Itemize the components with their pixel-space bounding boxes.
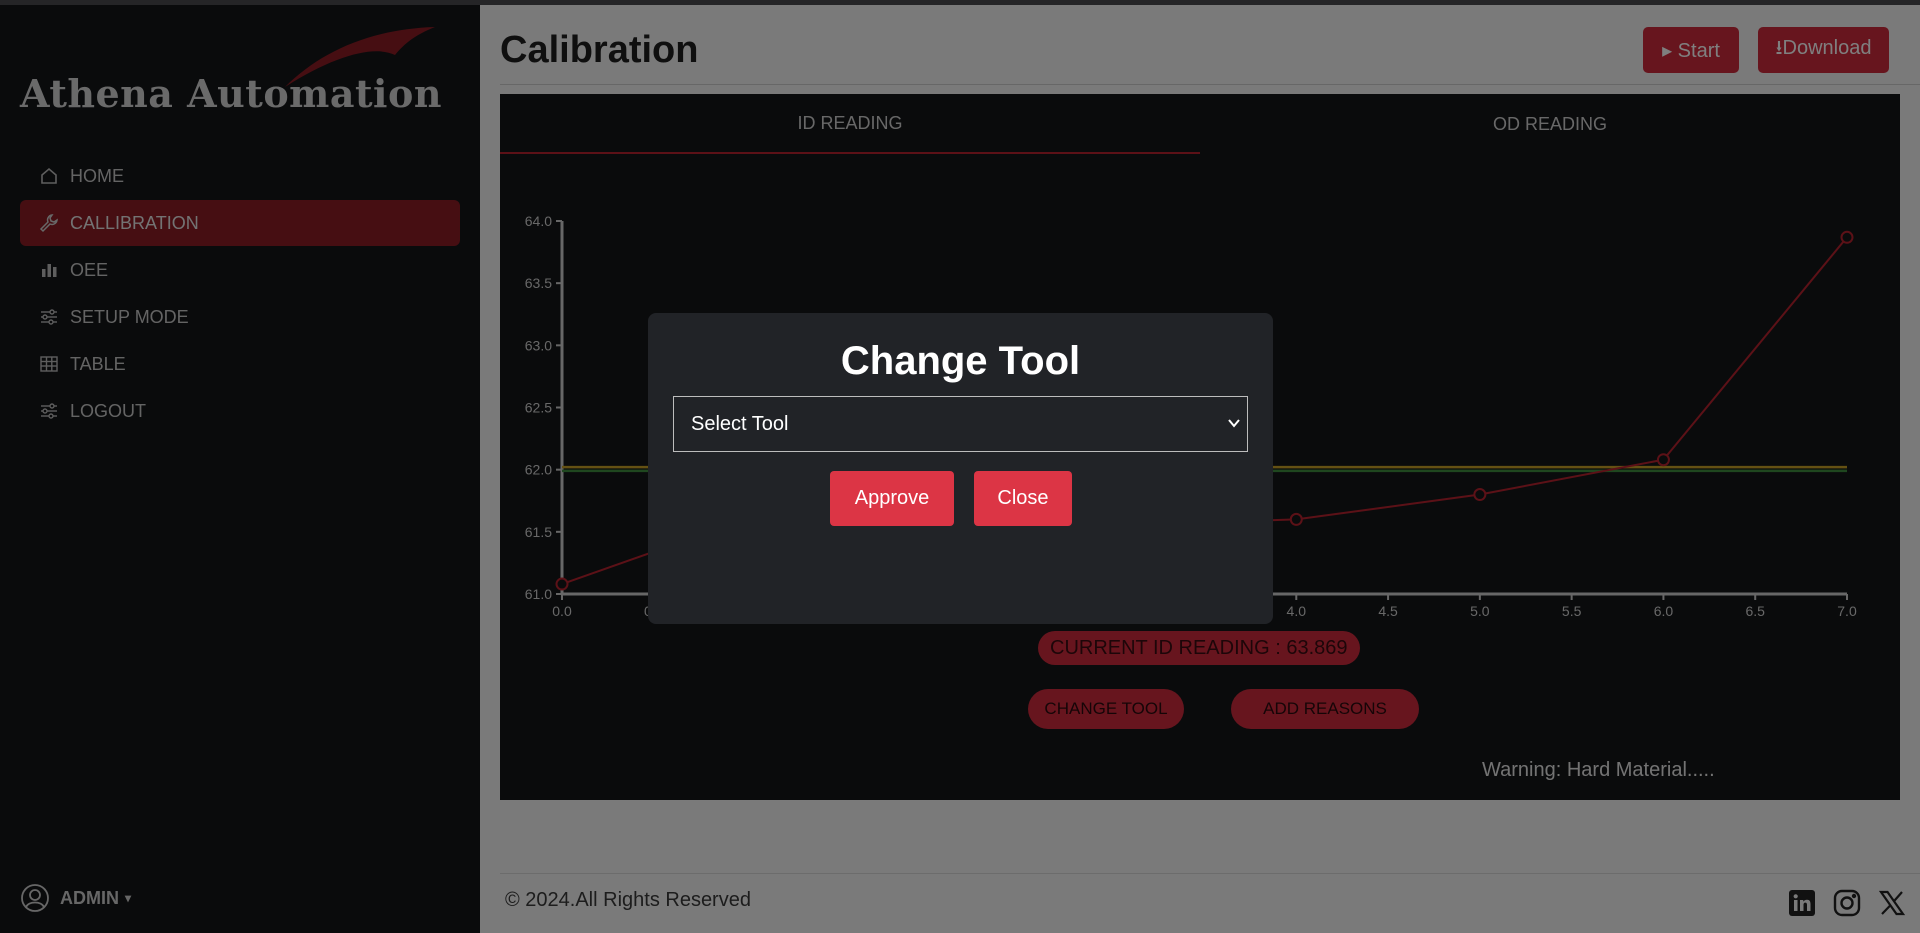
tool-select-value: Select Tool (691, 412, 789, 435)
approve-button[interactable]: Approve (830, 471, 954, 526)
tool-select[interactable]: Select Tool (673, 396, 1248, 452)
change-tool-modal: Change Tool Select Tool Approve Close (648, 313, 1273, 624)
modal-title: Change Tool (840, 339, 1081, 383)
close-button[interactable]: Close (974, 471, 1072, 526)
chevron-down-icon (1228, 419, 1240, 428)
